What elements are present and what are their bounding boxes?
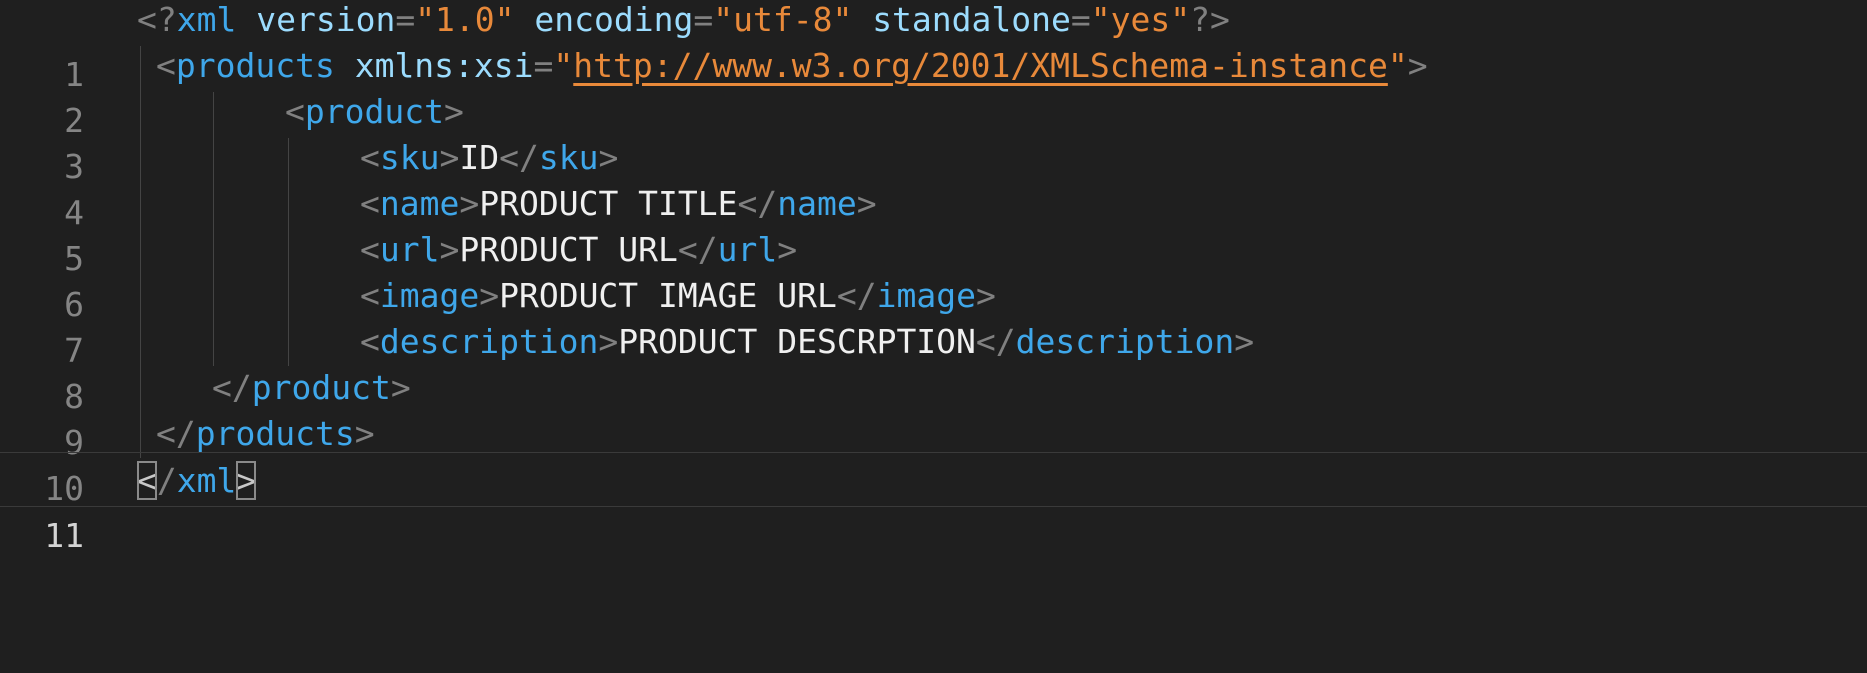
line-number: 11 <box>44 516 84 555</box>
schema-link[interactable]: http://www.w3.org/2001/XMLSchema-instanc… <box>573 46 1388 85</box>
matching-bracket-highlight: > <box>236 461 257 500</box>
code-text: </xml> <box>137 461 257 500</box>
matching-bracket-highlight: < <box>137 461 157 500</box>
code-editor[interactable]: 1 <?xml version="1.0" encoding="utf-8" s… <box>0 0 1867 636</box>
current-code-line[interactable]: 11 </xml> <box>0 452 1867 555</box>
